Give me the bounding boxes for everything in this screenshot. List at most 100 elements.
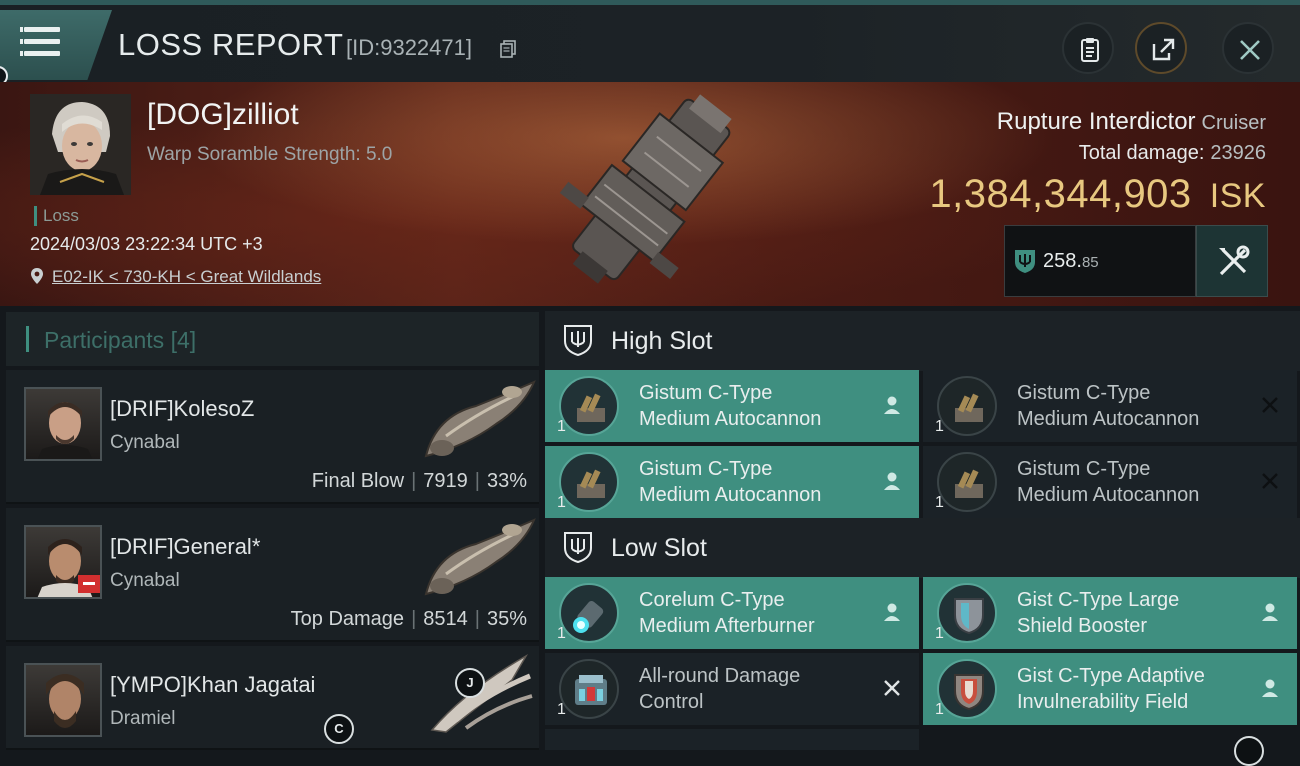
j-badge-icon[interactable]: J [455, 668, 485, 698]
participant-stats: Top Damage | 8514 | 35% [290, 608, 527, 630]
module-high-3[interactable]: 1 Gistum C-Type Medium Autocannon [545, 446, 919, 518]
share-icon [1152, 38, 1175, 61]
participant-stats: Final Blow | 7919 | 33% [311, 470, 527, 492]
page-title: LOSS REPORT [118, 27, 344, 62]
participants-title: Participants [44, 327, 165, 353]
participant-name[interactable]: [YMPO]Khan Jagatai [110, 672, 315, 698]
module-quantity: 1 [557, 701, 566, 718]
total-damage-label: Total damage: [1078, 142, 1205, 164]
avatar [24, 387, 102, 461]
participant-row[interactable]: [YMPO]Khan Jagatai Dramiel J C [6, 646, 539, 750]
security-decimal: 85 [1081, 254, 1099, 271]
module-name: Gistum C-Type Medium Autocannon [1017, 458, 1200, 506]
person-icon [1262, 679, 1278, 697]
participant-ship-image [424, 518, 536, 596]
participant-percent: 35% [486, 608, 527, 630]
lost-ship-image [559, 94, 732, 284]
ship-class: Cruiser [1201, 112, 1266, 134]
participant-ship: Cynabal [110, 570, 180, 591]
shield-booster-icon [937, 583, 997, 643]
top-bar: LOSS REPORT [ID:9322471] [0, 0, 1300, 82]
module-quantity: 1 [935, 494, 944, 511]
participant-role: Top Damage [290, 608, 405, 630]
module-name: Gistum C-Type Medium Autocannon [639, 458, 822, 506]
status-flag-icon [78, 575, 100, 593]
participant-ship-image [424, 380, 536, 458]
close-button[interactable] [1222, 22, 1274, 74]
participant-name[interactable]: [DRIF]General* [110, 534, 260, 560]
security-status-box: 258.85 [1004, 225, 1196, 297]
autocannon-icon [937, 376, 997, 436]
victim-portrait[interactable] [30, 94, 131, 195]
participants-label: Participants [4] [44, 327, 196, 354]
isk-unit: ISK [1209, 177, 1266, 215]
module-low-2[interactable]: 1 Gist C-Type Large Shield Booster [923, 577, 1297, 649]
module-high-2[interactable]: 1 Gistum C-Type Medium Autocannon [923, 370, 1297, 442]
module-low-5-partial[interactable] [545, 729, 919, 750]
report-id: [ID:9322471] [346, 35, 472, 60]
low-slot-header: Low Slot [545, 518, 1300, 578]
security-value: 258.85 [1043, 250, 1099, 273]
destroyed-x-icon [1262, 397, 1278, 413]
wrench-screwdriver-icon [1219, 245, 1250, 276]
loss-location-link[interactable]: E02-IK < 730-KH < Great Wildlands [52, 267, 321, 287]
share-button[interactable] [1135, 22, 1187, 74]
isk-amount: 1,384,344,903 [929, 172, 1192, 216]
destroyed-x-icon [884, 680, 900, 696]
high-slot-label: High Slot [611, 327, 713, 355]
person-icon [884, 472, 900, 490]
participant-ship: Cynabal [110, 432, 180, 453]
module-name: Gistum C-Type Medium Autocannon [1017, 382, 1200, 430]
total-damage-value: 23926 [1210, 142, 1266, 164]
destroyed-x-icon [1262, 473, 1278, 489]
security-main: 258. [1043, 250, 1082, 272]
ship-type[interactable]: Rupture Interdictor Cruiser [997, 108, 1266, 136]
module-name: Gist C-Type Large Shield Booster [1017, 589, 1180, 637]
loss-summary-banner: [DOG]zilliot Warp Soramble Strength: 5.0… [0, 82, 1300, 306]
warp-scramble-strength: Warp Soramble Strength: 5.0 [147, 144, 393, 165]
module-low-3[interactable]: 1 All-round Damage Control [545, 653, 919, 725]
avatar [24, 663, 102, 737]
clipboard-button[interactable] [1062, 22, 1114, 74]
victim-name[interactable]: [DOG]zilliot [147, 98, 299, 132]
participant-row[interactable]: [DRIF]KolesoZ Cynabal Final Blow | 7919 | 33… [6, 370, 539, 504]
autocannon-icon [937, 452, 997, 512]
shield-trident-icon [1015, 250, 1035, 273]
module-name: Corelum C-Type Medium Afterburner [639, 589, 815, 637]
c-badge-icon[interactable]: C [324, 714, 354, 744]
module-name: All-round Damage Control [639, 665, 801, 713]
fitting-button[interactable] [1196, 225, 1268, 297]
participants-header[interactable]: Participants [4] [6, 312, 539, 366]
module-quantity: 1 [557, 418, 566, 435]
module-quantity: 1 [557, 625, 566, 642]
person-icon [884, 396, 900, 414]
total-damage: Total damage: 23926 [1079, 142, 1266, 165]
loss-tag: Loss [34, 206, 79, 226]
location-pin-icon [31, 268, 43, 284]
close-icon [1240, 40, 1260, 60]
participant-percent: 33% [486, 470, 527, 492]
participant-name[interactable]: [DRIF]KolesoZ [110, 396, 254, 422]
module-name: Gistum C-Type Medium Autocannon [639, 382, 822, 430]
participants-count: [4] [170, 327, 197, 353]
module-low-4[interactable]: 1 Gist C-Type Adaptive Invulnerability Fi… [923, 653, 1297, 725]
menu-button[interactable] [0, 10, 112, 80]
participant-ship: Dramiel [110, 708, 176, 729]
module-quantity: 1 [557, 494, 566, 511]
high-slot-icon [564, 325, 592, 357]
module-high-4[interactable]: 1 Gistum C-Type Medium Autocannon [923, 446, 1297, 518]
module-quantity: 1 [935, 418, 944, 435]
participant-row[interactable]: [DRIF]General* Cynabal Top Damage | 8514 | 3… [6, 508, 539, 642]
clipboard-icon [1081, 38, 1099, 62]
module-low-1[interactable]: 1 Corelum C-Type Medium Afterburner [545, 577, 919, 649]
module-high-1[interactable]: 1 Gistum C-Type Medium Autocannon [545, 370, 919, 442]
ship-name: Rupture Interdictor [996, 108, 1196, 135]
module-name: Gist C-Type Adaptive Invulnerability Fiel… [1017, 665, 1205, 713]
copy-icon[interactable] [500, 40, 516, 58]
afterburner-icon [559, 583, 619, 643]
person-icon [884, 603, 900, 621]
person-icon [1262, 603, 1278, 621]
module-quantity: 1 [935, 625, 944, 642]
participant-damage: 7919 [423, 470, 468, 492]
corner-badge-icon[interactable] [1234, 736, 1264, 766]
